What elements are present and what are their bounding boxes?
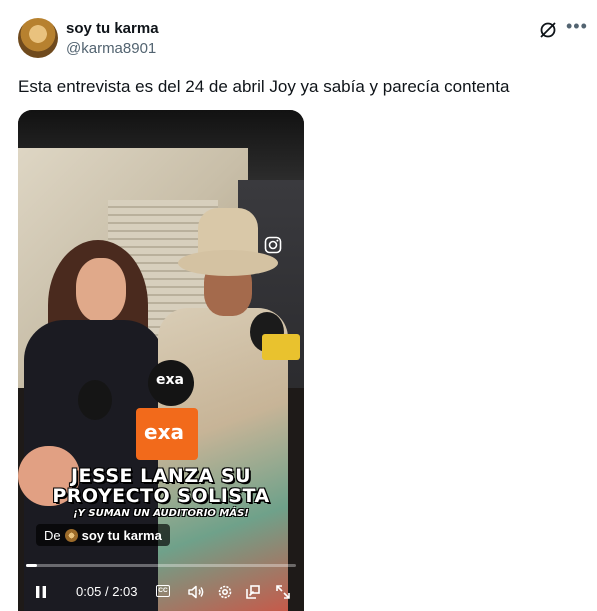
- settings-icon[interactable]: [216, 583, 234, 601]
- fullscreen-icon[interactable]: [274, 583, 292, 601]
- video-duration: 2:03: [112, 584, 138, 599]
- source-prefix: De: [44, 527, 61, 543]
- volume-icon[interactable]: [187, 583, 205, 601]
- video-caption-line: JESSE LANZA SU: [70, 465, 252, 487]
- video-caption-line: PROYECTO SOLISTA: [52, 485, 270, 507]
- author-avatar[interactable]: [18, 18, 58, 58]
- cc-icon[interactable]: CC: [156, 583, 174, 601]
- video-caption-subline: ¡Y SUMAN UN AUDITORIO MÁS!: [73, 508, 249, 519]
- cc-label: CC: [156, 585, 170, 597]
- video-microphone-flag: [262, 334, 300, 360]
- instagram-icon: [264, 236, 282, 254]
- video-microphone: [78, 380, 112, 420]
- tweet-text: Esta entrevista es del 24 de abril Joy y…: [18, 77, 510, 96]
- video-current-time: 0:05: [76, 584, 102, 599]
- video-controls: 0:05 / 2:03 CC: [18, 576, 304, 606]
- video-person-man-hat-brim: [178, 250, 278, 276]
- grok-icon[interactable]: [538, 20, 558, 40]
- video-source-pill[interactable]: De soy tu karma: [36, 524, 170, 546]
- video-progress-fill: [26, 564, 37, 567]
- author-display-name[interactable]: soy tu karma: [66, 20, 159, 37]
- source-author: soy tu karma: [81, 527, 162, 543]
- more-horizontal-icon[interactable]: •••: [566, 16, 588, 37]
- mic-logo-text: exa: [156, 372, 184, 388]
- pause-icon[interactable]: [32, 583, 50, 601]
- video-player[interactable]: exa exa JESSE LANZA SU PROYECTO SOLISTA …: [18, 110, 304, 611]
- mic-logo-text: exa: [144, 420, 184, 444]
- video-time: 0:05 / 2:03: [76, 584, 138, 599]
- author-handle[interactable]: @karma8901: [66, 40, 156, 57]
- video-progress-bar[interactable]: [26, 564, 296, 567]
- video-time-separator: /: [104, 584, 109, 599]
- source-avatar-icon: [64, 528, 78, 542]
- pip-icon[interactable]: [244, 583, 262, 601]
- video-person-woman-face: [76, 258, 126, 322]
- video-caption-headline: JESSE LANZA SU PROYECTO SOLISTA: [18, 466, 304, 506]
